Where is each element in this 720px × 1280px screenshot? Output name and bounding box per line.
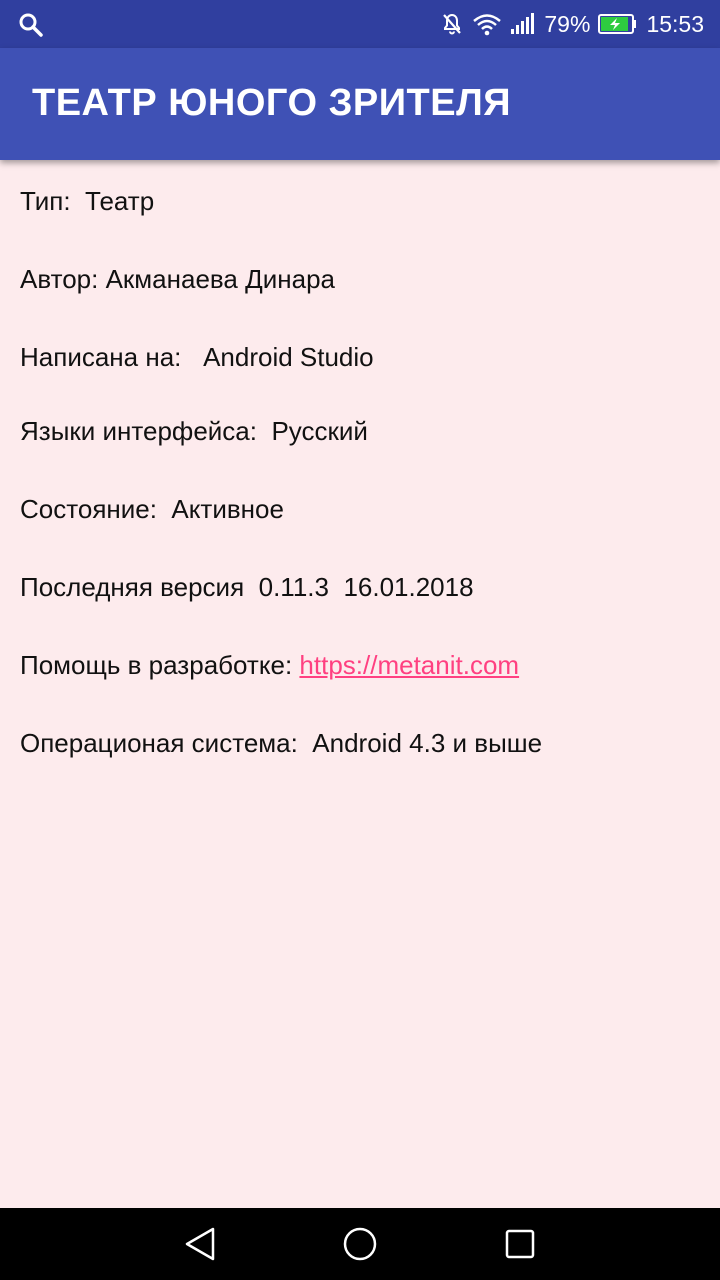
author-label: Автор: — [20, 264, 99, 294]
version-label: Последняя версия — [20, 572, 245, 602]
os-value: Android 4.3 и выше — [312, 728, 543, 758]
search-icon[interactable] — [18, 12, 44, 38]
status-bar: 79% 15:53 — [0, 0, 720, 48]
status-icons: 79% 15:53 — [440, 0, 704, 48]
app-screen: 79% 15:53 ТЕАТР ЮНОГО ЗРИТЕЛЯ Тип: Театр… — [0, 0, 720, 1280]
info-row-version: Последняя версия 0.11.3 16.01.2018 — [20, 572, 474, 602]
languages-label: Языки интерфейса: — [20, 416, 257, 446]
type-label: Тип: — [20, 186, 71, 216]
version-date: 16.01.2018 — [343, 572, 474, 602]
page-title: ТЕАТР ЮНОГО ЗРИТЕЛЯ — [32, 82, 512, 124]
written-label: Написана на: — [20, 342, 182, 372]
info-row-type: Тип: Театр — [20, 186, 154, 216]
mute-icon — [440, 12, 464, 36]
back-icon[interactable] — [180, 1224, 220, 1264]
help-link[interactable]: https://metanit.com — [299, 650, 519, 680]
written-value: Android Studio — [203, 342, 374, 372]
version-number: 0.11.3 — [258, 572, 329, 602]
recents-icon[interactable] — [500, 1224, 540, 1264]
help-label: Помощь в разработке: — [20, 650, 293, 680]
signal-icon — [510, 12, 536, 36]
home-icon[interactable] — [340, 1224, 380, 1264]
languages-value: Русский — [271, 416, 368, 446]
status-time: 15:53 — [646, 10, 704, 37]
info-row-state: Состояние: Активное — [20, 494, 284, 524]
info-row-os: Операционая система: Android 4.3 и выше — [20, 728, 542, 758]
info-content: Тип: Театр Автор: Акманаева Динара Напис… — [0, 160, 720, 1208]
app-bar: ТЕАТР ЮНОГО ЗРИТЕЛЯ — [0, 48, 720, 160]
wifi-icon — [472, 12, 502, 36]
info-row-help: Помощь в разработке: https://metanit.com — [20, 650, 519, 680]
info-row-written: Написана на: Android Studio — [20, 342, 374, 372]
navigation-bar — [0, 1208, 720, 1280]
info-row-languages: Языки интерфейса: Русский — [20, 416, 368, 446]
os-label: Операционая система: — [20, 728, 298, 758]
author-value: Акманаева Динара — [105, 264, 335, 294]
state-label: Состояние: — [20, 494, 157, 524]
info-row-author: Автор: Акманаева Динара — [20, 264, 335, 294]
battery-percent: 79% — [544, 10, 591, 37]
battery-charging-icon — [598, 13, 638, 35]
type-value: Театр — [85, 186, 155, 216]
state-value: Активное — [171, 494, 284, 524]
